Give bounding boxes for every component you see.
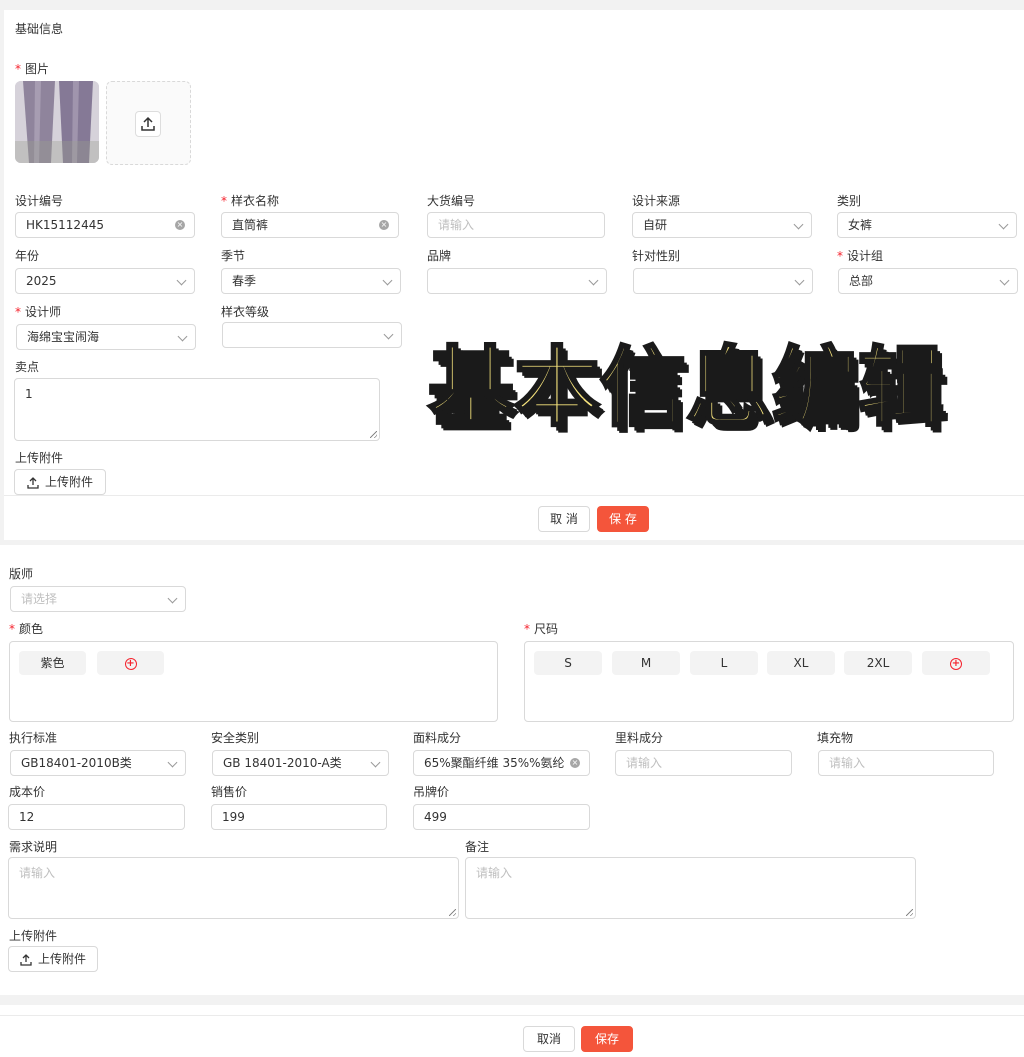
size-chip[interactable]: 2XL	[844, 651, 912, 675]
filling-label: 填充物	[817, 731, 854, 745]
exec-standard-label: 执行标准	[9, 731, 58, 745]
color-label: * 颜色	[9, 622, 44, 636]
upload-attachment-button[interactable]: 上传附件	[14, 469, 106, 495]
bulk-no-label: 大货编号	[427, 194, 476, 208]
size-chip[interactable]: M	[612, 651, 680, 675]
upload-icon	[27, 476, 39, 489]
color-chip[interactable]: 紫色	[19, 651, 86, 675]
safety-class-select[interactable]: GB 18401-2010-A类	[212, 750, 389, 776]
resize-grip-icon[interactable]	[449, 909, 456, 916]
size-chip[interactable]: S	[534, 651, 602, 675]
sale-price-label: 销售价	[211, 785, 248, 799]
brand-label: 品牌	[427, 249, 452, 263]
design-source-select[interactable]: 自研	[632, 212, 812, 238]
chevron-down-icon	[793, 219, 804, 230]
chevron-down-icon	[370, 757, 381, 768]
overlay-title: 基本信息编辑	[427, 337, 946, 440]
resize-grip-icon[interactable]	[906, 909, 913, 916]
requirements-textarea[interactable]: 请输入	[8, 857, 459, 919]
footer-divider	[4, 495, 1024, 496]
tag-price-input[interactable]: 499	[413, 804, 590, 830]
chevron-down-icon	[177, 331, 188, 342]
size-label: * 尺码	[524, 622, 559, 636]
chevron-down-icon	[176, 275, 187, 286]
sample-level-select[interactable]	[222, 322, 402, 348]
filling-input[interactable]: 请输入	[818, 750, 994, 776]
remarks-label: 备注	[465, 840, 490, 854]
tag-price-label: 吊牌价	[413, 785, 450, 799]
chevron-down-icon	[999, 275, 1010, 286]
chevron-down-icon	[167, 593, 178, 604]
year-label: 年份	[15, 249, 40, 263]
chevron-down-icon	[794, 275, 805, 286]
add-color-button[interactable]: +	[97, 651, 164, 675]
cancel-button-2[interactable]: 取消	[523, 1026, 575, 1052]
category-label: 类别	[837, 194, 862, 208]
upload-icon	[20, 953, 32, 966]
attachment-label: 上传附件	[15, 451, 64, 465]
trousers-image	[15, 81, 99, 163]
add-icon: +	[950, 657, 962, 670]
sample-level-label: 样衣等级	[221, 305, 270, 319]
pattern-maker-label: 版师	[9, 567, 34, 581]
pattern-maker-select[interactable]: 请选择	[10, 586, 186, 612]
requirements-label: 需求说明	[9, 840, 58, 854]
category-select[interactable]: 女裤	[837, 212, 1017, 238]
chevron-down-icon	[382, 275, 393, 286]
bottom-footer	[0, 1005, 1024, 1057]
sample-name-label: * 样衣名称	[221, 194, 280, 208]
chevron-down-icon	[998, 219, 1009, 230]
selling-point-label: 卖点	[15, 360, 40, 374]
save-button[interactable]: 保 存	[597, 506, 649, 532]
design-source-label: 设计来源	[632, 194, 681, 208]
clear-icon[interactable]: ×	[570, 758, 580, 768]
add-size-button[interactable]: +	[922, 651, 990, 675]
image-label: * 图片	[15, 62, 50, 76]
fabric-input[interactable]: 65%聚酯纤维 35%%氨纶 ×	[413, 750, 590, 776]
fabric-label: 面料成分	[413, 731, 462, 745]
upload-icon	[135, 111, 161, 137]
sample-name-input[interactable]: 直筒裤 ×	[221, 212, 399, 238]
design-group-label: * 设计组	[837, 249, 884, 263]
cost-input[interactable]: 12	[8, 804, 185, 830]
brand-select[interactable]	[427, 268, 607, 294]
footer-divider-2	[0, 1015, 1024, 1016]
upload-attachment-button-2[interactable]: 上传附件	[8, 946, 98, 972]
design-no-label: 设计编号	[15, 194, 64, 208]
save-button-2[interactable]: 保存	[581, 1026, 633, 1052]
chevron-down-icon	[588, 275, 599, 286]
season-label: 季节	[221, 249, 246, 263]
lining-input[interactable]: 请输入	[615, 750, 792, 776]
exec-standard-select[interactable]: GB18401-2010B类	[10, 750, 186, 776]
chevron-down-icon	[383, 329, 394, 340]
lining-label: 里料成分	[615, 731, 664, 745]
size-chip[interactable]: L	[690, 651, 758, 675]
selling-point-textarea[interactable]: 1	[14, 378, 380, 441]
section-title: 基础信息	[15, 22, 64, 36]
sale-price-input[interactable]: 199	[211, 804, 387, 830]
designer-select[interactable]: 海绵宝宝闹海	[16, 324, 196, 350]
target-gender-label: 针对性别	[632, 249, 681, 263]
clear-icon[interactable]: ×	[379, 220, 389, 230]
designer-label: * 设计师	[15, 305, 62, 319]
cost-label: 成本价	[9, 785, 46, 799]
bulk-no-input[interactable]: 请输入	[427, 212, 605, 238]
safety-class-label: 安全类别	[211, 731, 260, 745]
add-icon: +	[124, 657, 137, 670]
design-group-select[interactable]: 总部	[838, 268, 1018, 294]
year-select[interactable]: 2025	[15, 268, 195, 294]
size-chip[interactable]: XL	[767, 651, 835, 675]
target-gender-select[interactable]	[633, 268, 813, 294]
remarks-textarea[interactable]: 请输入	[465, 857, 916, 919]
design-no-input[interactable]: HK15112445 ×	[15, 212, 195, 238]
product-image-thumbnail[interactable]	[15, 81, 99, 163]
image-upload-box[interactable]	[106, 81, 191, 165]
cancel-button[interactable]: 取 消	[538, 506, 590, 532]
attachment-label-2: 上传附件	[9, 929, 58, 943]
chevron-down-icon	[167, 757, 178, 768]
resize-grip-icon[interactable]	[370, 431, 377, 438]
clear-icon[interactable]: ×	[175, 220, 185, 230]
season-select[interactable]: 春季	[221, 268, 401, 294]
